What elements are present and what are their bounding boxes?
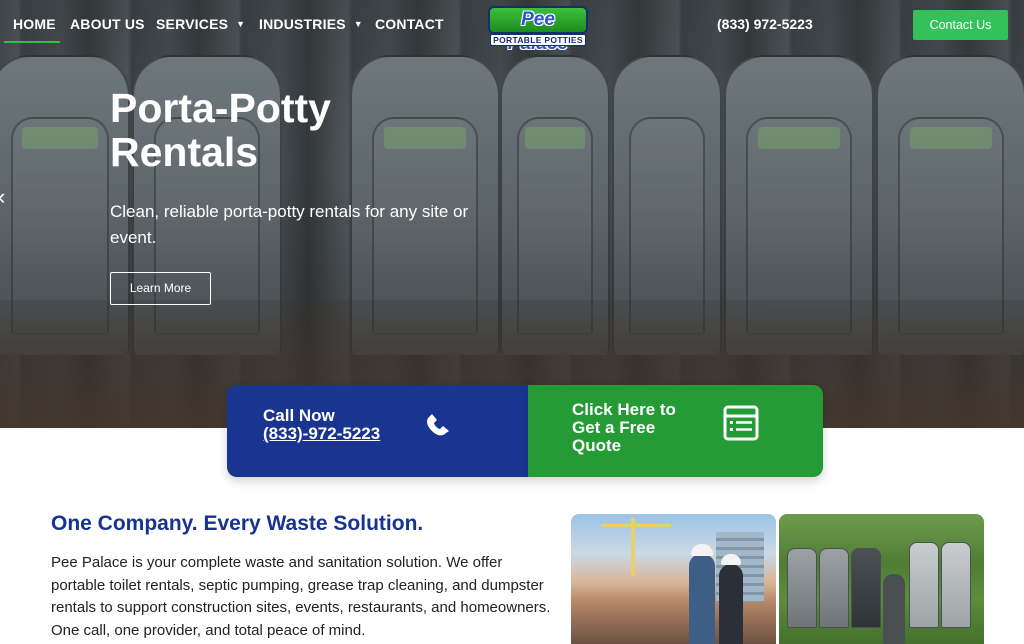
nav-item-about-us[interactable]: ABOUT US bbox=[70, 16, 145, 32]
pee-palace-logo[interactable]: Pee Palace PORTABLE POTTIES bbox=[486, 6, 590, 54]
nav-item-industries[interactable]: INDUSTRIES ▼ bbox=[259, 16, 363, 32]
porta-potties-photo bbox=[779, 514, 984, 644]
main-nav: HOME ABOUT US SERVICES ▼ INDUSTRIES ▼ CONT… bbox=[0, 0, 1024, 54]
nav-item-home[interactable]: HOME bbox=[13, 16, 56, 32]
form-icon bbox=[723, 405, 759, 441]
learn-more-button[interactable]: Learn More bbox=[110, 272, 211, 305]
nav-item-label: HOME bbox=[13, 16, 56, 32]
call-now-cta[interactable]: Call Now (833)-972-5223 bbox=[227, 385, 529, 477]
nav-item-contact[interactable]: CONTACT bbox=[375, 16, 444, 32]
call-now-number[interactable]: (833)-972-5223 bbox=[263, 424, 380, 444]
chevron-down-icon: ▼ bbox=[353, 19, 363, 29]
nav-active-indicator bbox=[4, 41, 60, 43]
logo-tagline: PORTABLE POTTIES bbox=[490, 34, 586, 46]
section-title: One Company. Every Waste Solution. bbox=[51, 512, 424, 535]
phone-icon bbox=[427, 414, 449, 436]
nav-item-label: CONTACT bbox=[375, 16, 444, 32]
free-quote-cta[interactable]: Click Here to Get a Free Quote bbox=[528, 385, 823, 477]
contact-us-button[interactable]: Contact Us bbox=[913, 10, 1008, 40]
header-phone-link[interactable]: (833) 972-5223 bbox=[717, 16, 813, 32]
nav-item-label: ABOUT US bbox=[70, 16, 145, 32]
logo-wordmark: Pee Palace bbox=[488, 6, 588, 54]
nav-item-label: SERVICES bbox=[156, 16, 229, 32]
section-body: Pee Palace is your complete waste and sa… bbox=[51, 554, 551, 639]
hero-subtitle: Clean, reliable porta-potty rentals for … bbox=[110, 202, 469, 247]
construction-photo bbox=[571, 514, 776, 644]
chevron-left-icon[interactable]: ‹ bbox=[0, 184, 5, 210]
nav-item-services[interactable]: SERVICES ▼ bbox=[156, 16, 245, 32]
hero-title: Porta-Potty Rentals bbox=[110, 85, 331, 175]
nav-item-label: INDUSTRIES bbox=[259, 16, 346, 32]
chevron-down-icon: ▼ bbox=[236, 19, 246, 29]
call-now-label: Call Now bbox=[263, 406, 335, 425]
free-quote-label: Click Here to Get a Free Quote bbox=[572, 400, 676, 455]
